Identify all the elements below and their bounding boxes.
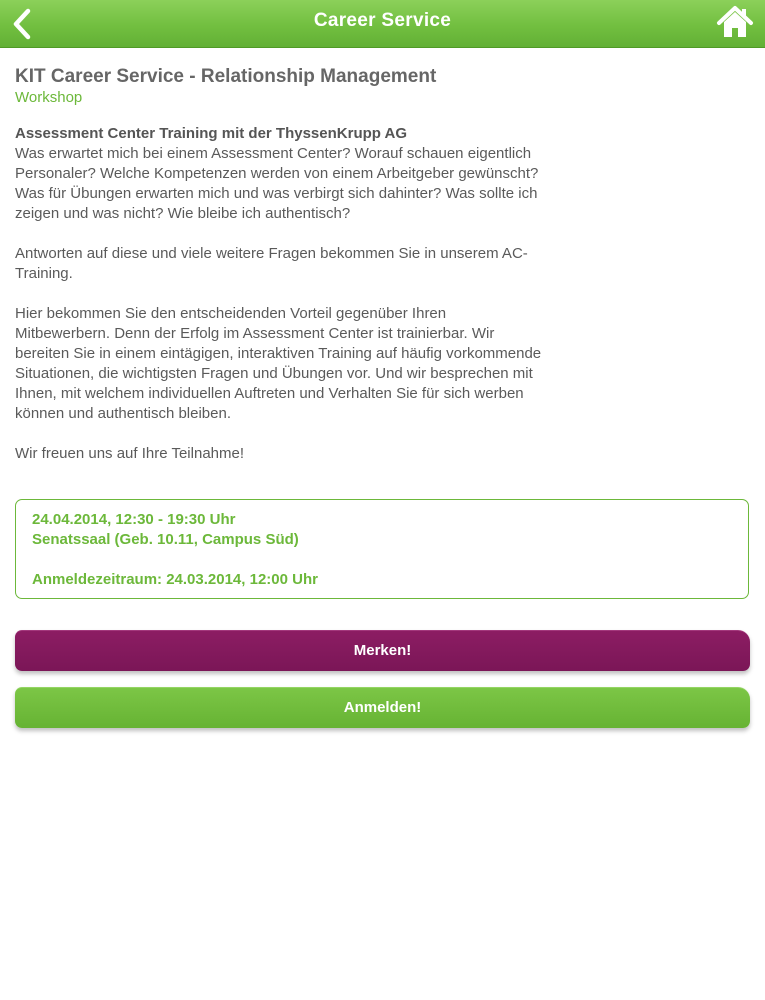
- nav-title: Career Service: [313, 10, 452, 31]
- page-title: KIT Career Service - Relationship Manage…: [15, 66, 437, 87]
- event-details-box: 24.04.2014, 12:30 - 19:30 Uhr Senatssaal…: [15, 499, 749, 599]
- event-datetime: 24.04.2014, 12:30 - 19:30 Uhr: [32, 511, 236, 528]
- description-heading: Assessment Center Training mit der Thyss…: [15, 125, 408, 142]
- bookmark-button[interactable]: Merken!: [15, 630, 750, 671]
- description-paragraph: Hier bekommen Sie den entscheidenden Vor…: [15, 305, 542, 422]
- event-location: Senatssaal (Geb. 10.11, Campus Süd): [32, 531, 299, 548]
- register-button[interactable]: Anmelden!: [15, 687, 750, 728]
- registration-period: Anmeldezeitraum: 24.03.2014, 12:00 Uhr: [32, 571, 318, 588]
- event-description: Assessment Center Training mit der Thyss…: [15, 124, 545, 464]
- description-paragraph: Wir freuen uns auf Ihre Teilnahme!: [15, 445, 245, 462]
- description-paragraph: Antworten auf diese und viele weitere Fr…: [15, 245, 528, 282]
- home-button[interactable]: [715, 4, 755, 40]
- event-category: Workshop: [15, 89, 83, 106]
- top-navigation-bar: Career Service: [0, 0, 765, 48]
- home-icon: [717, 6, 753, 37]
- event-detail: KIT Career Service - Relationship Manage…: [15, 66, 750, 464]
- description-paragraph: Was erwartet mich bei einem Assessment C…: [15, 145, 539, 222]
